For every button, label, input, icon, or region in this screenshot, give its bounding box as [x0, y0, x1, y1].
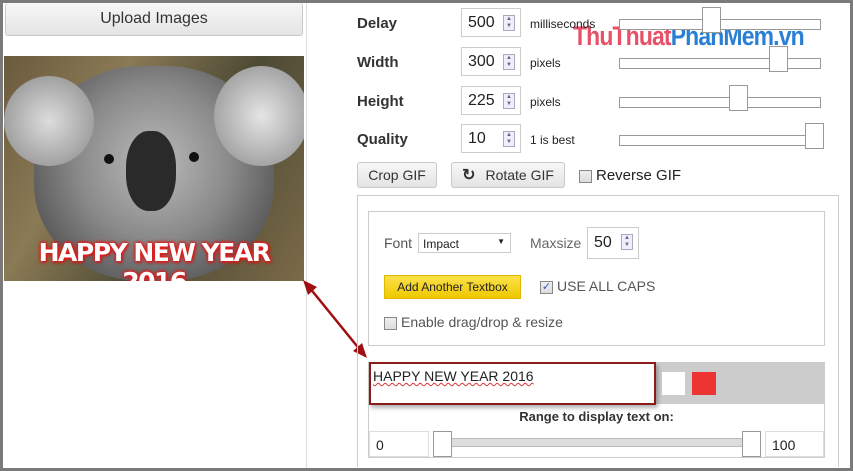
setting-slider[interactable] [619, 97, 821, 108]
maxsize-value: 50 [594, 234, 612, 251]
caption-text: HAPPY NEW YEAR 2016 [38, 238, 271, 281]
setting-label: Quality [357, 131, 408, 148]
setting-label: Height [357, 93, 404, 110]
setting-value: 10 [468, 129, 486, 147]
setting-unit: pixels [530, 56, 561, 70]
range-end-thumb[interactable] [742, 431, 761, 457]
setting-unit: milliseconds [530, 17, 596, 31]
rotate-gif-button[interactable]: ↻ Rotate GIF [451, 162, 565, 188]
setting-slider[interactable] [619, 58, 821, 69]
crop-gif-button[interactable]: Crop GIF [357, 162, 437, 188]
setting-input[interactable]: 10 ▲ ▼ [461, 124, 521, 153]
rotate-icon: ↻ [462, 167, 476, 184]
slider-thumb[interactable] [805, 123, 824, 149]
add-textbox-button[interactable]: Add Another Textbox [384, 275, 521, 299]
all-caps-checkbox[interactable]: ✓ [540, 281, 553, 294]
spinner-icon[interactable]: ▲ ▼ [503, 15, 515, 31]
setting-label: Delay [357, 15, 398, 32]
slider-thumb[interactable] [702, 7, 721, 33]
spinner-icon[interactable]: ▲ ▼ [503, 54, 515, 70]
font-value: Impact [423, 237, 460, 251]
range-end-input[interactable]: 100 [765, 431, 824, 457]
setting-unit: 1 is best [530, 133, 575, 147]
range-track[interactable] [438, 438, 756, 447]
setting-label: Width [357, 54, 399, 71]
preview-image: HAPPY NEW YEAR 2016 [4, 56, 304, 281]
maxsize-label: Maxsize [530, 235, 582, 251]
slider-thumb[interactable] [769, 46, 788, 72]
slider-thumb[interactable] [729, 85, 748, 111]
font-label: Font [384, 235, 413, 251]
setting-slider[interactable] [619, 135, 821, 146]
setting-input[interactable]: 300 ▲ ▼ [461, 47, 521, 76]
range-start-thumb[interactable] [433, 431, 452, 457]
maxsize-input[interactable]: 50 ▲ ▼ [587, 227, 639, 259]
setting-unit: pixels [530, 95, 561, 109]
spinner-icon[interactable]: ▲ ▼ [503, 131, 515, 147]
drag-drop-label: Enable drag/drop & resize [401, 314, 563, 330]
setting-input[interactable]: 500 ▲ ▼ [461, 8, 521, 37]
setting-input[interactable]: 225 ▲ ▼ [461, 86, 521, 115]
range-label: Range to display text on: [519, 409, 674, 424]
setting-value: 225 [468, 91, 495, 109]
setting-value: 300 [468, 52, 495, 70]
reverse-gif-label: Reverse GIF [596, 167, 682, 184]
reverse-gif-checkbox[interactable] [579, 170, 592, 183]
upload-images-button[interactable]: Upload Images [5, 3, 303, 36]
range-start-input[interactable]: 0 [369, 431, 429, 457]
chevron-down-icon: ▼ [497, 237, 505, 246]
fill-color-swatch[interactable] [662, 372, 685, 395]
stroke-color-swatch[interactable] [692, 372, 716, 395]
caption-value: HAPPY NEW YEAR 2016 [373, 368, 534, 384]
divider [306, 3, 307, 468]
spinner-icon[interactable]: ▲ ▼ [621, 234, 633, 250]
setting-value: 500 [468, 13, 495, 31]
drag-drop-checkbox[interactable] [384, 317, 397, 330]
font-select[interactable]: Impact ▼ [418, 233, 511, 253]
all-caps-label: USE ALL CAPS [557, 278, 656, 294]
caption-textarea[interactable]: HAPPY NEW YEAR 2016 [369, 362, 656, 405]
spinner-icon[interactable]: ▲ ▼ [503, 93, 515, 109]
